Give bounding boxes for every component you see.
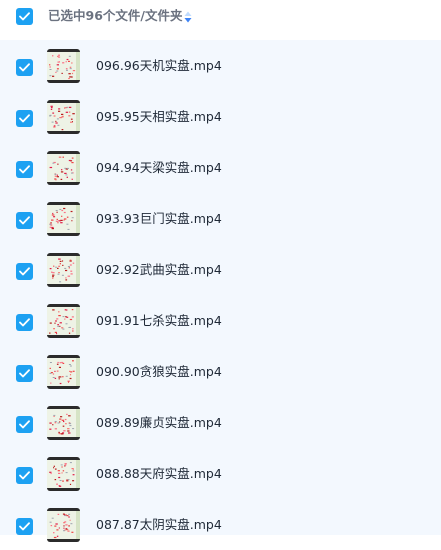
video-thumbnail[interactable]	[47, 202, 80, 236]
file-name[interactable]: 088.88天府实盘.mp4	[96, 465, 222, 483]
video-thumbnail[interactable]	[47, 508, 80, 542]
thumbnail-image	[47, 253, 80, 287]
thumbnail-image	[47, 100, 80, 134]
thumbnail-image	[47, 151, 80, 185]
selection-count-label: 已选中96个文件/文件夹	[48, 8, 183, 23]
video-thumbnail[interactable]	[47, 406, 80, 440]
file-checkbox[interactable]	[16, 365, 33, 382]
file-row[interactable]: 093.93巨门实盘.mp4	[0, 193, 441, 244]
file-checkbox[interactable]	[16, 59, 33, 76]
sort-icon[interactable]	[184, 11, 192, 23]
file-checkbox[interactable]	[16, 467, 33, 484]
file-name[interactable]: 093.93巨门实盘.mp4	[96, 210, 222, 228]
file-row[interactable]: 089.89廉贞实盘.mp4	[0, 397, 441, 448]
select-all-checkbox[interactable]	[16, 8, 33, 25]
check-icon	[19, 369, 30, 378]
file-checkbox[interactable]	[16, 518, 33, 535]
check-icon	[19, 114, 30, 123]
selection-header: 已选中96个文件/文件夹	[0, 0, 441, 36]
check-icon	[19, 12, 30, 21]
thumbnail-image	[47, 202, 80, 236]
check-icon	[19, 522, 30, 531]
file-name[interactable]: 094.94天梁实盘.mp4	[96, 159, 222, 177]
file-row[interactable]: 091.91七杀实盘.mp4	[0, 295, 441, 346]
check-icon	[19, 63, 30, 72]
video-thumbnail[interactable]	[47, 49, 80, 83]
video-thumbnail[interactable]	[47, 355, 80, 389]
video-thumbnail[interactable]	[47, 304, 80, 338]
video-thumbnail[interactable]	[47, 457, 80, 491]
file-name[interactable]: 091.91七杀实盘.mp4	[96, 312, 222, 330]
file-row[interactable]: 092.92武曲实盘.mp4	[0, 244, 441, 295]
file-row[interactable]: 094.94天梁实盘.mp4	[0, 142, 441, 193]
thumbnail-image	[47, 508, 80, 542]
file-checkbox[interactable]	[16, 416, 33, 433]
video-thumbnail[interactable]	[47, 100, 80, 134]
file-name[interactable]: 096.96天机实盘.mp4	[96, 57, 222, 75]
file-name[interactable]: 087.87太阴实盘.mp4	[96, 516, 222, 534]
video-thumbnail[interactable]	[47, 151, 80, 185]
check-icon	[19, 420, 30, 429]
check-icon	[19, 267, 30, 276]
thumbnail-image	[47, 457, 80, 491]
file-name[interactable]: 095.95天相实盘.mp4	[96, 108, 222, 126]
file-checkbox[interactable]	[16, 212, 33, 229]
file-name[interactable]: 090.90贪狼实盘.mp4	[96, 363, 222, 381]
check-icon	[19, 216, 30, 225]
file-row[interactable]: 096.96天机实盘.mp4	[0, 40, 441, 91]
file-name[interactable]: 089.89廉贞实盘.mp4	[96, 414, 222, 432]
file-row[interactable]: 087.87太阴实盘.mp4	[0, 499, 441, 550]
file-row[interactable]: 090.90贪狼实盘.mp4	[0, 346, 441, 397]
thumbnail-image	[47, 304, 80, 338]
thumbnail-image	[47, 355, 80, 389]
check-icon	[19, 165, 30, 174]
file-checkbox[interactable]	[16, 263, 33, 280]
file-checkbox[interactable]	[16, 110, 33, 127]
file-row[interactable]: 095.95天相实盘.mp4	[0, 91, 441, 142]
file-checkbox[interactable]	[16, 314, 33, 331]
video-thumbnail[interactable]	[47, 253, 80, 287]
file-row[interactable]: 088.88天府实盘.mp4	[0, 448, 441, 499]
thumbnail-image	[47, 49, 80, 83]
thumbnail-image	[47, 406, 80, 440]
check-icon	[19, 471, 30, 480]
file-checkbox[interactable]	[16, 161, 33, 178]
check-icon	[19, 318, 30, 327]
file-list: 096.96天机实盘.mp4 095.95天相实盘.mp4 094.94天梁实盘.m…	[0, 40, 441, 542]
file-name[interactable]: 092.92武曲实盘.mp4	[96, 261, 222, 279]
